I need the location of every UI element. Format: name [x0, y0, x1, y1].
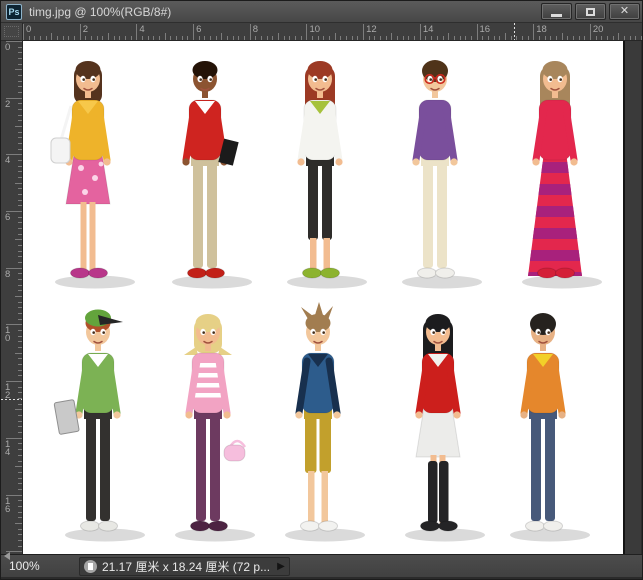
character-man-orange-jacket	[488, 299, 600, 552]
document-sizes-icon	[84, 560, 97, 573]
vruler-label: 2	[5, 98, 11, 110]
horizontal-ruler[interactable]: 0 2 4 6 8 10 12 14 16 18 20	[23, 23, 642, 41]
hruler-label: 8	[252, 24, 259, 35]
character-man-red-jacket	[150, 46, 262, 299]
character-woman-red-jacket-boots	[383, 299, 495, 552]
vruler-label: 4	[5, 155, 11, 167]
hruler-label: 6	[196, 24, 202, 35]
maximize-icon	[586, 7, 595, 16]
character-man-purple-shirt	[380, 46, 492, 299]
ruler-origin-icon	[4, 26, 19, 37]
hruler-label: 20	[592, 24, 604, 35]
title-bar[interactable]: Ps timg.jpg @ 100%(RGB/8#) ✕	[1, 1, 642, 23]
scroll-left-arrow-icon[interactable]	[4, 552, 10, 560]
document-dimensions-text: 21.17 厘米 x 18.24 厘米 (72 p...	[102, 560, 271, 574]
minimize-icon	[551, 13, 562, 17]
vruler-label: 12	[5, 382, 11, 402]
hruler-label: 12	[366, 24, 377, 35]
vertical-ruler[interactable]: 0 2 4 6 8 10 12 14 16	[1, 41, 23, 554]
vruler-label: 10	[5, 325, 11, 345]
close-button[interactable]: ✕	[609, 3, 640, 20]
character-woman-pink-striped-top	[153, 299, 265, 552]
character-boy-blue-tee-shorts	[263, 299, 375, 552]
hruler-label: 2	[82, 24, 88, 35]
hruler-label: 10	[309, 24, 321, 35]
vertical-scrollbar[interactable]	[623, 41, 642, 554]
status-popup-arrow-icon[interactable]: ▶	[277, 561, 285, 572]
window-controls: ✕	[541, 3, 640, 20]
hruler-pointer-marker	[514, 23, 515, 40]
vruler-label: 8	[5, 268, 11, 280]
vruler-label: 14	[5, 438, 11, 458]
status-bar: 100% 21.17 厘米 x 18.24 厘米 (72 p... ▶	[1, 554, 642, 579]
hruler-label: 0	[26, 24, 32, 35]
maximize-button[interactable]	[575, 3, 606, 20]
vruler-label: 0	[5, 42, 11, 53]
hruler-label: 18	[536, 24, 547, 35]
zoom-level-field[interactable]: 100%	[9, 555, 40, 578]
photoshop-document-window: Ps timg.jpg @ 100%(RGB/8#) ✕ 0 2 4 6 8 10 12 14…	[0, 0, 643, 580]
hruler-label: 4	[139, 24, 145, 35]
vruler-label: 16	[5, 495, 11, 515]
document-info-box[interactable]: 21.17 厘米 x 18.24 厘米 (72 p... ▶	[79, 557, 290, 576]
character-woman-striped-dress	[500, 46, 612, 299]
vruler-pointer-marker	[1, 399, 22, 400]
hruler-label: 14	[422, 24, 434, 35]
photoshop-app-icon[interactable]: Ps	[6, 4, 22, 20]
character-woman-yellow-top-pink-skirt	[33, 46, 145, 299]
close-icon: ✕	[619, 5, 630, 17]
document-canvas[interactable]	[23, 41, 623, 554]
window-title: timg.jpg @ 100%(RGB/8#)	[29, 5, 172, 19]
vruler-label: 6	[5, 212, 11, 224]
ruler-origin-box[interactable]	[1, 23, 23, 41]
hruler-label: 16	[479, 24, 491, 35]
minimize-button[interactable]	[541, 3, 572, 20]
character-man-green-polo-cap	[43, 299, 155, 552]
character-woman-green-scarf	[265, 46, 377, 299]
